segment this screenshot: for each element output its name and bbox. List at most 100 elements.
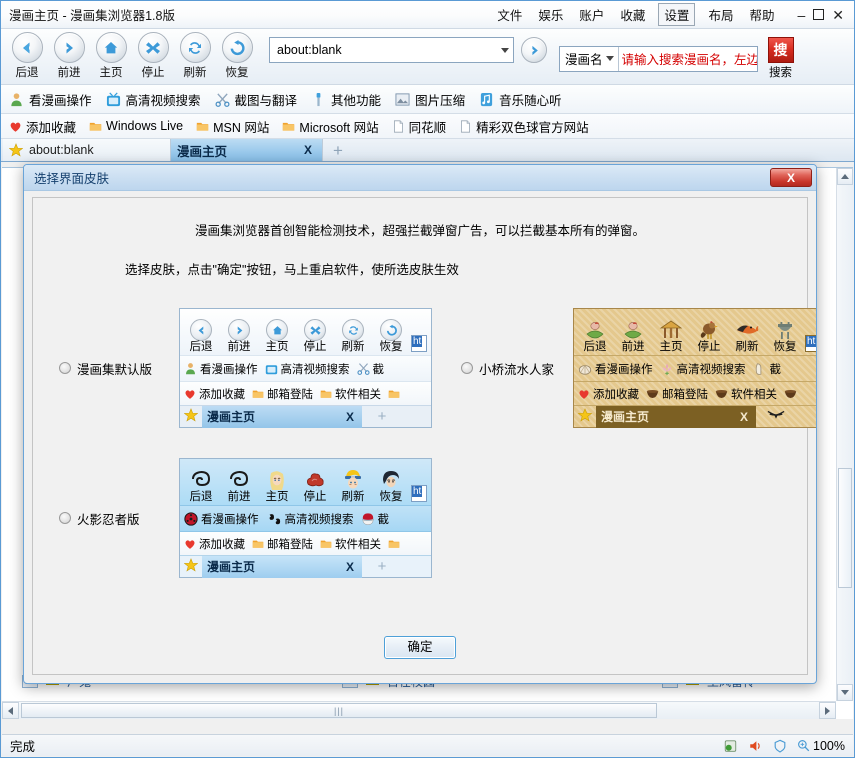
page-horizontal-scrollbar[interactable]: ||| bbox=[2, 701, 836, 719]
function-item-music[interactable]: 音乐随心听 bbox=[479, 90, 562, 109]
radio-button-icon[interactable] bbox=[461, 362, 473, 374]
nav-button-forward[interactable]: 前进 bbox=[49, 32, 89, 80]
address-bar-area: about:blank bbox=[269, 37, 547, 63]
tab-comic-home[interactable]: 漫画主页 X bbox=[171, 139, 323, 161]
radio-button-icon[interactable] bbox=[59, 362, 71, 374]
rooster-icon bbox=[690, 315, 728, 341]
horizontal-scroll-thumb[interactable]: ||| bbox=[21, 703, 657, 718]
menu-item-entertainment[interactable]: 娱乐 bbox=[535, 4, 566, 25]
page-vertical-scrollbar[interactable] bbox=[836, 168, 853, 701]
confirm-button[interactable]: 确定 bbox=[384, 636, 456, 659]
preview-func-label: 看漫画操作 bbox=[200, 363, 258, 376]
vertical-scroll-thumb[interactable] bbox=[838, 468, 852, 588]
skin-option-default[interactable]: 漫画集默认版 后退 前进 主页 停止 刷新 恢复 ht 看漫画操作 高清视频搜索… bbox=[59, 308, 432, 428]
preview-fav-label: 添加收藏 bbox=[199, 388, 245, 401]
dialog-close-button[interactable]: X bbox=[770, 168, 812, 187]
new-tab-button[interactable]: + bbox=[323, 141, 353, 161]
skin-radio-default[interactable]: 漫画集默认版 bbox=[59, 359, 179, 378]
preview-function-row: 看漫画操作 高清视频搜索 截 bbox=[180, 355, 431, 381]
maximize-icon[interactable] bbox=[813, 9, 825, 20]
go-button[interactable] bbox=[521, 37, 547, 63]
tv-icon bbox=[265, 365, 277, 375]
menu-item-settings[interactable]: 设置 bbox=[658, 3, 696, 26]
favorite-add[interactable]: 添加收藏 bbox=[9, 117, 76, 136]
preview-fav-label: 添加收藏 bbox=[593, 388, 639, 401]
preview-fav-item: 软件相关 bbox=[320, 536, 381, 552]
search-category-label: 漫画名 bbox=[565, 53, 603, 67]
skin-option-naruto[interactable]: 火影忍者版 后退 前进 主页 停止 刷新 恢复 ht 看漫画操作 高清视频搜索 … bbox=[59, 458, 432, 578]
preview-fav-item bbox=[784, 388, 797, 399]
dialog-message-line2: 选择皮肤，点击"确定"按钮，马上重启软件，使所选皮肤生效 bbox=[125, 263, 459, 277]
search-box[interactable]: 漫画名 请输入搜索漫画名，左边可 bbox=[559, 45, 758, 72]
chevron-down-icon[interactable] bbox=[605, 56, 614, 61]
preview-nav-label: 前进 bbox=[227, 491, 251, 503]
close-icon[interactable]: ✕ bbox=[832, 8, 844, 22]
favorite-msn[interactable]: MSN 网站 bbox=[196, 117, 269, 136]
function-item-hd-video-search[interactable]: 高清视频搜索 bbox=[106, 90, 201, 109]
preview-fav-label: 软件相关 bbox=[335, 388, 381, 401]
preview-func-item: 看漫画操作 bbox=[184, 361, 258, 377]
function-item-comic-guide[interactable]: 看漫画操作 bbox=[9, 90, 92, 109]
preview-fav-label: 邮箱登陆 bbox=[267, 388, 313, 401]
radio-button-icon[interactable] bbox=[59, 512, 71, 524]
preview-tab: 漫画主页 X bbox=[596, 405, 756, 428]
nav-button-stop[interactable]: 停止 bbox=[133, 32, 173, 80]
menu-item-account[interactable]: 账户 bbox=[576, 4, 607, 25]
menu-item-file[interactable]: 文件 bbox=[494, 4, 525, 25]
nav-button-back[interactable]: 后退 bbox=[7, 32, 47, 80]
bowl-icon bbox=[646, 390, 659, 398]
chevron-down-icon[interactable] bbox=[501, 47, 509, 53]
scissors-icon bbox=[356, 363, 370, 375]
pavilion-icon bbox=[652, 315, 690, 341]
favorite-tonghuashun[interactable]: 同花顺 bbox=[392, 117, 446, 136]
favorite-lottery[interactable]: 精彩双色球官方网站 bbox=[459, 117, 589, 136]
scroll-left-button[interactable] bbox=[2, 702, 19, 719]
skin-name: 火影忍者版 bbox=[77, 512, 140, 527]
address-input[interactable]: about:blank bbox=[269, 37, 514, 63]
menu-item-help[interactable]: 帮助 bbox=[746, 4, 777, 25]
search-button[interactable]: 搜 搜索 bbox=[764, 37, 798, 80]
zoom-control[interactable]: 100% bbox=[797, 739, 845, 753]
preview-fav-item: 软件相关 bbox=[320, 386, 381, 402]
scroll-right-button[interactable] bbox=[819, 702, 836, 719]
preview-fav-label: 添加收藏 bbox=[199, 538, 245, 551]
sharingan-icon bbox=[184, 511, 198, 526]
function-item-screenshot-translate[interactable]: 截图与翻译 bbox=[215, 90, 297, 109]
browser-window: 漫画主页 - 漫画集浏览器1.8版 文件 娱乐 账户 收藏 设置 布局 帮助 –… bbox=[0, 0, 855, 758]
nav-button-refresh[interactable]: 刷新 bbox=[175, 32, 215, 80]
skin-option-bridge[interactable]: 小桥流水人家 后退 前进 主页 停止 刷新 恢复 ht 看漫画操作 高清视频搜索… bbox=[461, 308, 816, 428]
nav-label-home: 主页 bbox=[99, 67, 123, 79]
search-input[interactable]: 请输入搜索漫画名，左边可 bbox=[619, 47, 757, 71]
horizontal-scroll-track[interactable]: ||| bbox=[19, 702, 819, 719]
shell-icon bbox=[578, 364, 592, 375]
scroll-down-button[interactable] bbox=[837, 684, 853, 701]
zoom-icon bbox=[798, 740, 810, 752]
function-item-other-functions[interactable]: 其他功能 bbox=[311, 90, 381, 109]
menu-item-favorites[interactable]: 收藏 bbox=[617, 4, 648, 25]
nav-button-home[interactable]: 主页 bbox=[91, 32, 131, 80]
address-value: about:blank bbox=[277, 43, 342, 57]
preview-fav-item bbox=[388, 388, 400, 400]
shield-icon[interactable] bbox=[773, 739, 787, 753]
function-item-image-compress[interactable]: 图片压缩 bbox=[395, 90, 465, 109]
favorite-microsoft[interactable]: Microsoft 网站 bbox=[282, 117, 379, 136]
nav-button-restore[interactable]: 恢复 bbox=[217, 32, 257, 80]
nav-button-group: 后退 前进 主页 停止 刷新 恢复 bbox=[7, 32, 257, 80]
search-category-select[interactable]: 漫画名 bbox=[560, 46, 619, 71]
menu-item-layout[interactable]: 布局 bbox=[705, 4, 736, 25]
nav-label-stop: 停止 bbox=[141, 67, 165, 79]
minimize-icon[interactable]: – bbox=[797, 8, 805, 22]
preview-new-tab-icon: + bbox=[377, 408, 387, 425]
zoom-level: 100% bbox=[813, 738, 845, 753]
favorite-windows-live[interactable]: Windows Live bbox=[89, 119, 183, 133]
security-zone-icon[interactable] bbox=[723, 739, 738, 753]
konoha-symbol-icon bbox=[182, 465, 220, 491]
skin-radio-naruto[interactable]: 火影忍者版 bbox=[59, 509, 179, 528]
scroll-up-button[interactable] bbox=[837, 168, 853, 185]
tab-close-icon[interactable]: X bbox=[304, 143, 312, 157]
window-controls: – ✕ bbox=[797, 8, 848, 22]
tab-about-blank[interactable]: about:blank bbox=[3, 139, 171, 161]
speaker-icon[interactable] bbox=[748, 739, 763, 753]
skin-radio-bridge[interactable]: 小桥流水人家 bbox=[461, 359, 573, 378]
go-arrow-icon bbox=[531, 45, 538, 55]
